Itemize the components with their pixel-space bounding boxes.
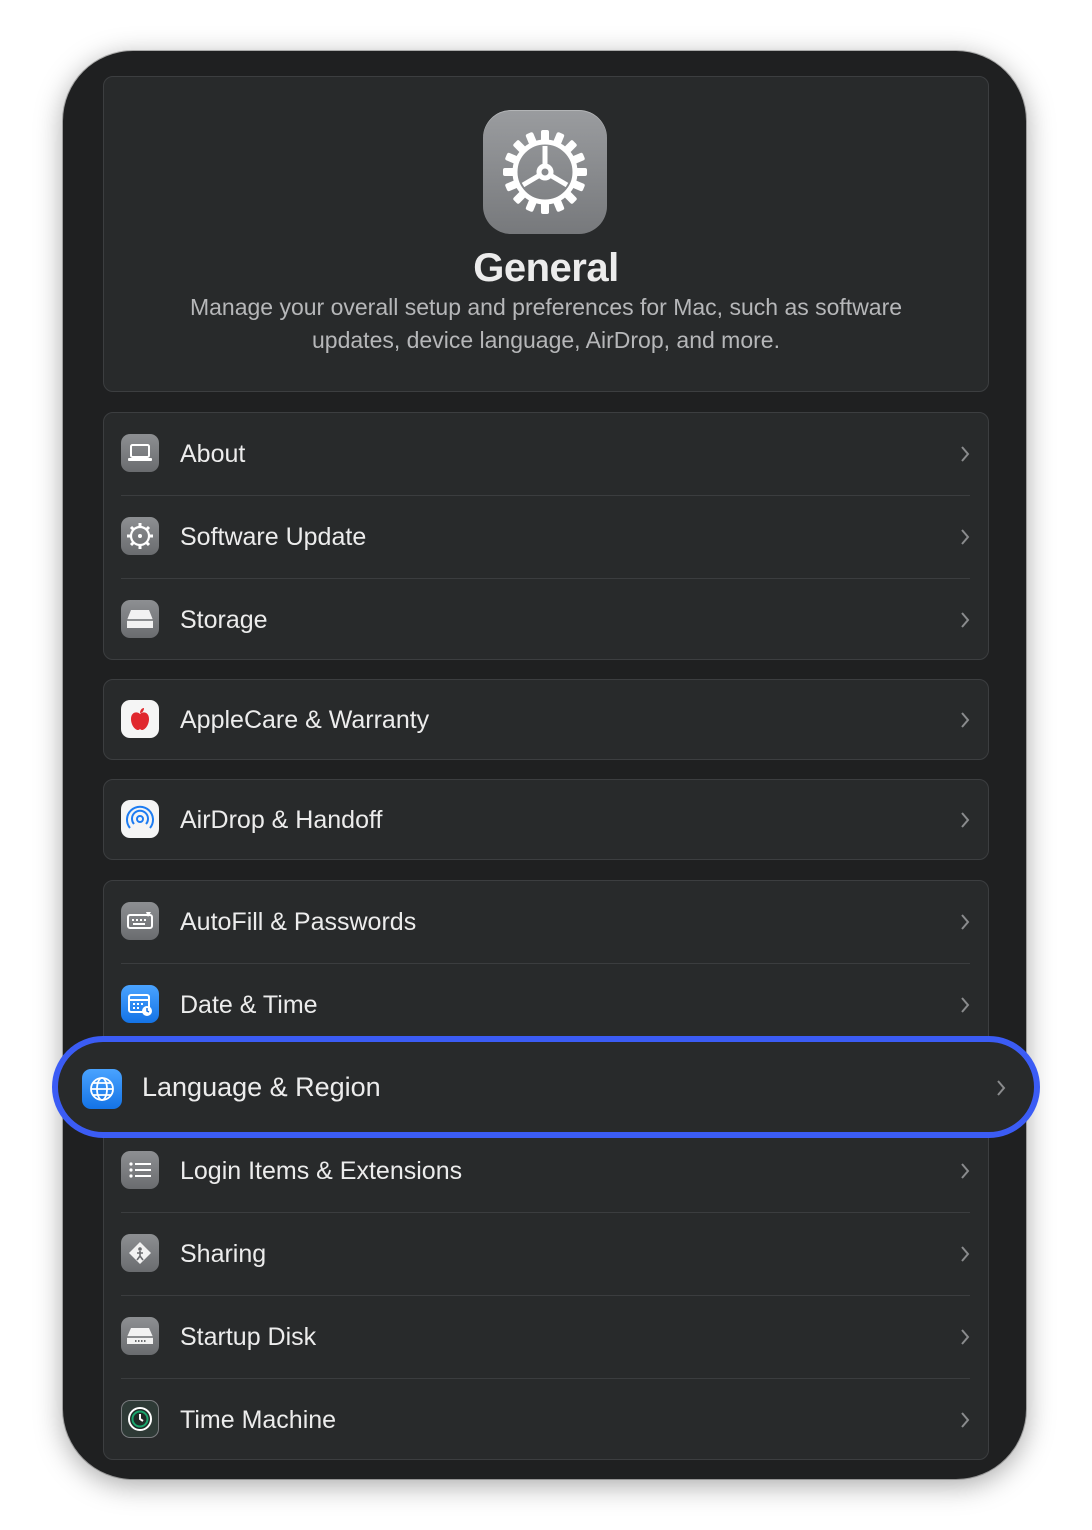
airdrop-icon — [121, 800, 159, 838]
chevron-right-icon — [961, 812, 970, 828]
row-startup-disk[interactable]: Startup Disk — [104, 1296, 988, 1379]
sharing-icon — [121, 1234, 159, 1272]
header-card: General Manage your overall setup and pr… — [103, 76, 989, 392]
chevron-right-icon — [961, 914, 970, 930]
settings-group-airdrop: AirDrop & Handoff — [103, 779, 989, 860]
disk-icon — [121, 1317, 159, 1355]
row-label: Language & Region — [142, 1071, 381, 1102]
chevron-right-icon — [961, 1412, 970, 1428]
row-label: Login Items & Extensions — [180, 1157, 463, 1185]
chevron-right-icon — [961, 529, 970, 545]
chevron-right-icon — [961, 712, 970, 728]
row-autofill-passwords[interactable]: AutoFill & Passwords — [104, 881, 988, 964]
row-date-time[interactable]: Date & Time — [104, 964, 988, 1047]
settings-group-more: AutoFill & Passwords Date & Time Login I… — [103, 880, 989, 1460]
globe-icon — [82, 1069, 122, 1109]
calendar-clock-icon — [121, 985, 159, 1023]
row-storage[interactable]: Storage — [104, 579, 988, 662]
row-label: AirDrop & Handoff — [180, 806, 383, 834]
settings-group-system: About Software Update Storage — [103, 412, 989, 660]
chevron-right-icon — [997, 1080, 1006, 1096]
row-label: Storage — [180, 606, 268, 634]
drive-icon — [121, 600, 159, 638]
row-applecare-warranty[interactable]: AppleCare & Warranty — [104, 680, 988, 761]
row-label: AppleCare & Warranty — [180, 706, 430, 734]
chevron-right-icon — [961, 1163, 970, 1179]
page-description: Manage your overall setup and preference… — [189, 294, 903, 353]
page-title: General — [473, 246, 619, 290]
row-label: Sharing — [180, 1240, 267, 1268]
row-label: Startup Disk — [180, 1323, 317, 1351]
chevron-right-icon — [961, 1246, 970, 1262]
row-about[interactable]: About — [104, 413, 988, 496]
gear-icon — [483, 110, 607, 234]
chevron-right-icon — [961, 446, 970, 462]
row-label: AutoFill & Passwords — [180, 908, 417, 936]
row-label: Time Machine — [180, 1406, 337, 1434]
list-icon — [121, 1151, 159, 1189]
time-machine-icon — [121, 1400, 159, 1438]
apple-icon — [121, 700, 159, 738]
row-login-items-extensions[interactable]: Login Items & Extensions — [104, 1130, 988, 1213]
row-label: Software Update — [180, 523, 367, 551]
row-airdrop-handoff[interactable]: AirDrop & Handoff — [104, 780, 988, 861]
laptop-icon — [121, 434, 159, 472]
row-software-update[interactable]: Software Update — [104, 496, 988, 579]
row-sharing[interactable]: Sharing — [104, 1213, 988, 1296]
chevron-right-icon — [961, 612, 970, 628]
row-label: About — [180, 440, 246, 468]
row-language-region[interactable]: Language & Region — [52, 1036, 1040, 1138]
gear-update-icon — [121, 517, 159, 555]
row-time-machine[interactable]: Time Machine — [104, 1379, 988, 1462]
chevron-right-icon — [961, 1329, 970, 1345]
settings-group-applecare: AppleCare & Warranty — [103, 679, 989, 760]
row-label: Date & Time — [180, 991, 318, 1019]
chevron-right-icon — [961, 997, 970, 1013]
keyboard-icon — [121, 902, 159, 940]
